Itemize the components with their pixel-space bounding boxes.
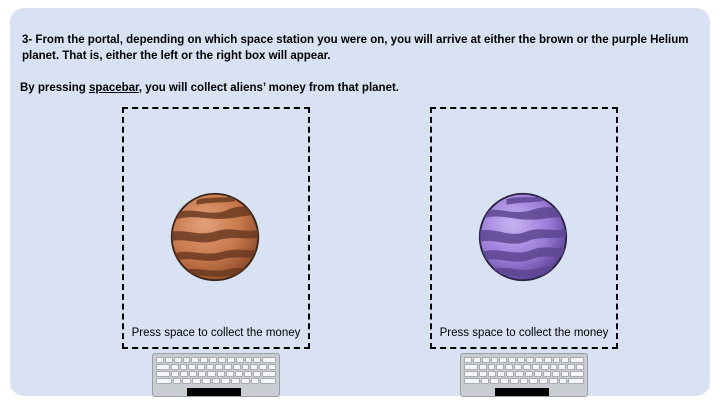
spacebar-highlight <box>187 388 241 396</box>
instruction-prefix: By pressing <box>20 82 90 94</box>
left-planet-box: Press space to collect the money <box>122 107 310 349</box>
right-box-caption: Press space to collect the money <box>439 327 609 339</box>
instruction-spacebar: By pressing spacebar, you will collect a… <box>20 80 700 96</box>
left-box-caption: Press space to collect the money <box>131 327 301 339</box>
spacebar-keyword: spacebar <box>89 82 139 94</box>
keyboard-icon <box>460 353 588 397</box>
keyboard-keys <box>464 357 585 385</box>
instruction-suffix: , you will collect aliens’ money from th… <box>138 82 399 94</box>
right-planet-box: Press space to collect the money <box>430 107 618 349</box>
purple-planet-icon <box>478 192 568 282</box>
keyboard-keys <box>156 357 277 385</box>
brown-planet-icon <box>170 192 260 282</box>
keyboard-icon <box>152 353 280 397</box>
instruction-step-3: 3- From the portal, depending on which s… <box>22 34 689 62</box>
instructions-text: 3- From the portal, depending on which s… <box>20 32 700 96</box>
spacebar-highlight <box>495 388 549 396</box>
